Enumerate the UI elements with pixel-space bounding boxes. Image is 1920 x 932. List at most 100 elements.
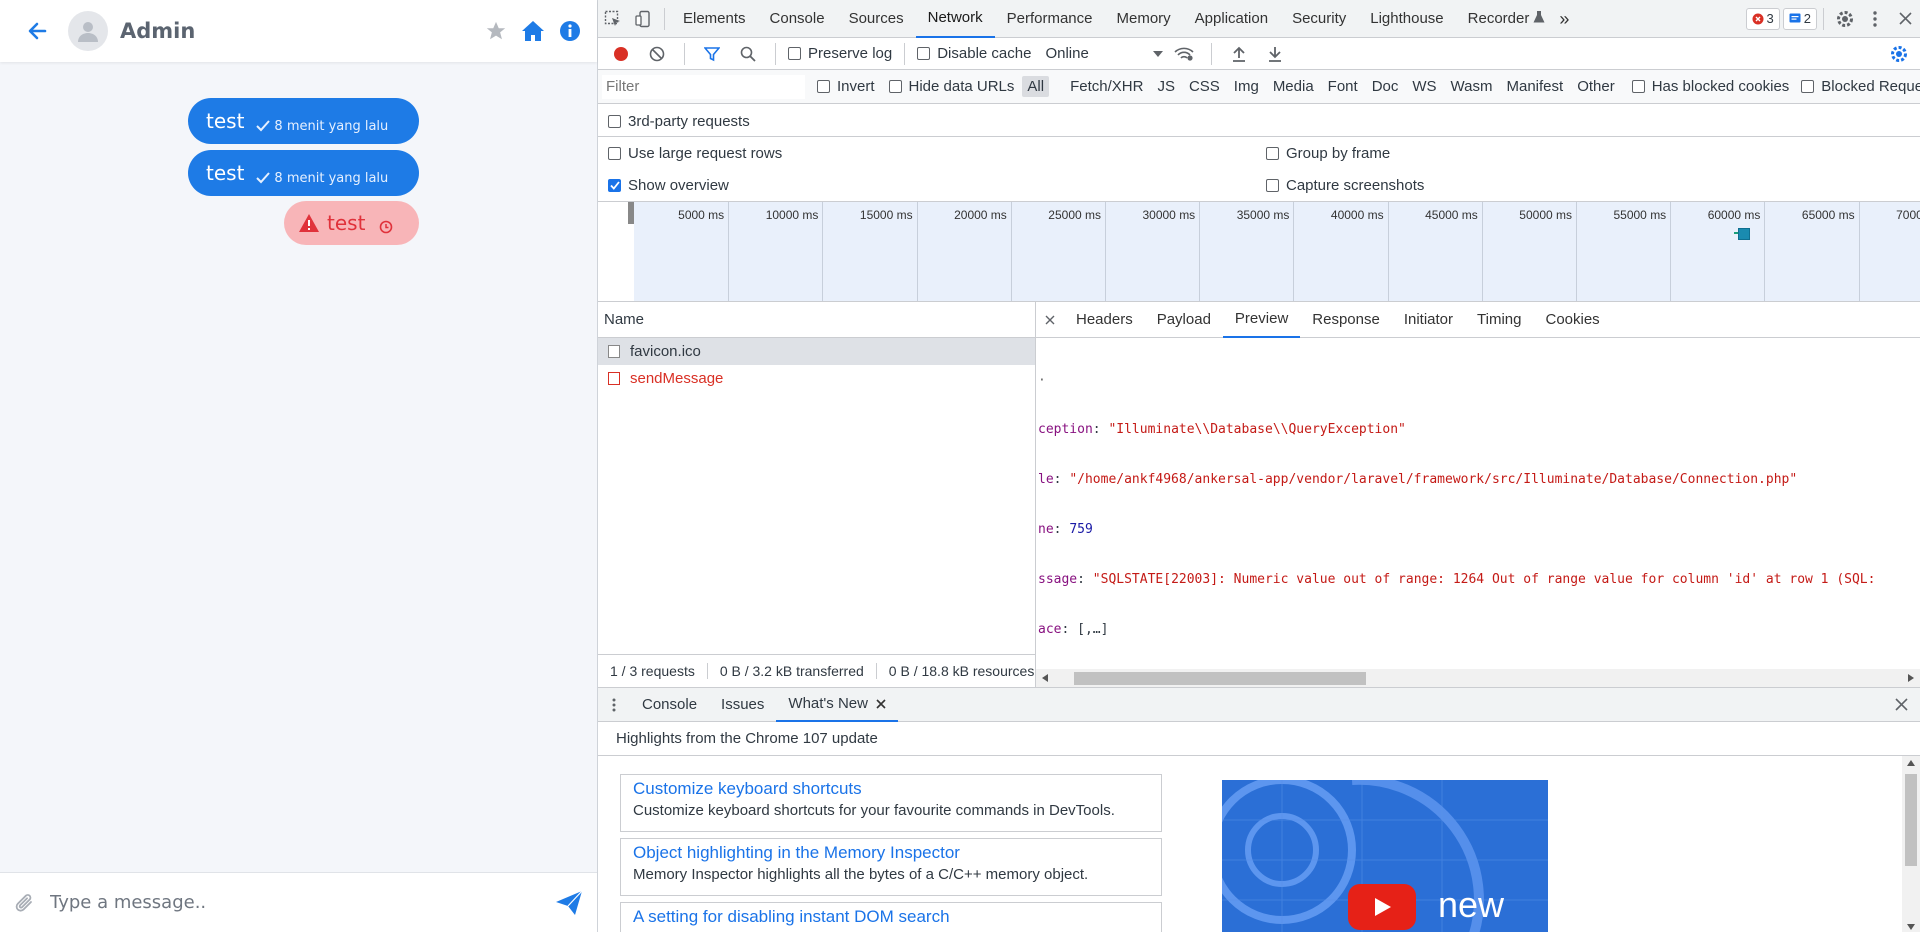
json-line-exception[interactable]: ception: "Illuminate\\Database\\QueryExc… (1038, 420, 1920, 440)
settings-gear-icon[interactable] (1830, 0, 1860, 38)
invert-checkbox[interactable]: Invert (817, 78, 875, 95)
request-row-favicon[interactable]: favicon.ico (598, 338, 1035, 365)
inspect-element-icon[interactable] (598, 0, 628, 38)
tab-application[interactable]: Application (1183, 0, 1280, 38)
type-filter-ws[interactable]: WS (1407, 76, 1441, 97)
disable-cache-checkbox[interactable]: Disable cache (917, 45, 1031, 62)
scroll-up-icon[interactable] (1907, 760, 1915, 766)
device-toolbar-icon[interactable] (628, 0, 658, 38)
type-filter-img[interactable]: Img (1229, 76, 1264, 97)
error-badge[interactable]: 3 (1745, 7, 1780, 30)
avatar[interactable] (68, 11, 108, 51)
tab-initiator[interactable]: Initiator (1392, 302, 1465, 338)
tab-elements[interactable]: Elements (671, 0, 758, 38)
kebab-menu-icon[interactable] (1860, 0, 1890, 38)
filter-funnel-icon[interactable] (697, 35, 727, 73)
feature-card-title[interactable]: Customize keyboard shortcuts (633, 779, 1149, 799)
type-filter-fetch-xhr[interactable]: Fetch/XHR (1065, 76, 1148, 97)
preserve-log-checkbox[interactable]: Preserve log (788, 45, 892, 62)
show-overview-checkbox[interactable]: Show overview (608, 177, 729, 194)
type-filter-css[interactable]: CSS (1184, 76, 1225, 97)
tab-payload[interactable]: Payload (1145, 302, 1223, 338)
drawer-tab-issues[interactable]: Issues (709, 688, 776, 722)
json-line-line[interactable]: ne: 759 (1038, 520, 1920, 540)
third-party-requests-checkbox[interactable]: 3rd-party requests (608, 113, 750, 130)
feature-card[interactable]: A setting for disabling instant DOM sear… (620, 902, 1162, 932)
message-input[interactable] (50, 892, 555, 913)
tab-cookies[interactable]: Cookies (1533, 302, 1611, 338)
scrollbar-thumb[interactable] (1074, 672, 1366, 685)
send-icon[interactable] (555, 890, 583, 916)
tab-recorder[interactable]: Recorder (1456, 0, 1534, 38)
tab-lighthouse[interactable]: Lighthouse (1358, 0, 1455, 38)
tab-memory[interactable]: Memory (1105, 0, 1183, 38)
import-har-icon[interactable] (1224, 35, 1254, 73)
close-tab-icon[interactable] (876, 698, 886, 709)
overview-left-handle[interactable] (628, 202, 634, 224)
info-icon[interactable] (559, 20, 581, 42)
record-icon[interactable] (606, 35, 636, 73)
tab-headers[interactable]: Headers (1064, 302, 1145, 338)
json-line-trace[interactable]: ace: [,…] (1038, 620, 1920, 640)
group-by-frame-checkbox[interactable]: Group by frame (1266, 145, 1390, 162)
type-filter-font[interactable]: Font (1323, 76, 1363, 97)
request-row-sendmessage[interactable]: sendMessage (598, 365, 1035, 392)
horizontal-scrollbar[interactable] (1036, 669, 1920, 687)
export-har-icon[interactable] (1260, 35, 1290, 73)
search-icon[interactable] (733, 35, 763, 73)
capture-screenshots-checkbox[interactable]: Capture screenshots (1266, 177, 1424, 194)
retry-clock-icon[interactable] (379, 220, 393, 234)
scrollbar-thumb[interactable] (1905, 774, 1917, 866)
type-filter-js[interactable]: JS (1152, 76, 1180, 97)
drawer-tab-whats-new[interactable]: What's New (776, 688, 898, 722)
feature-card-title[interactable]: A setting for disabling instant DOM sear… (633, 907, 1149, 927)
network-settings-gear-icon[interactable] (1884, 35, 1914, 73)
attachment-icon[interactable] (14, 891, 36, 915)
scroll-left-icon[interactable] (1042, 674, 1048, 682)
type-filter-manifest[interactable]: Manifest (1502, 76, 1569, 97)
type-filter-wasm[interactable]: Wasm (1446, 76, 1498, 97)
type-filter-media[interactable]: Media (1268, 76, 1319, 97)
home-icon[interactable] (521, 20, 545, 42)
back-arrow-icon[interactable] (22, 16, 52, 46)
feature-card[interactable]: Object highlighting in the Memory Inspec… (620, 838, 1162, 896)
drawer-menu-icon[interactable] (598, 686, 630, 724)
message-badge[interactable]: 2 (1782, 7, 1817, 30)
feature-card[interactable]: Customize keyboard shortcuts Customize k… (620, 774, 1162, 832)
close-detail-icon[interactable] (1036, 302, 1064, 339)
feature-card-title[interactable]: Object highlighting in the Memory Inspec… (633, 843, 1149, 863)
message-bubble[interactable]: test 8 menit yang lalu (188, 98, 419, 144)
clear-icon[interactable] (642, 35, 672, 73)
message-bubble[interactable]: test 8 menit yang lalu (188, 150, 419, 196)
large-request-rows-checkbox[interactable]: Use large request rows (608, 145, 782, 162)
type-filter-doc[interactable]: Doc (1367, 76, 1404, 97)
throttling-select[interactable]: Online (1045, 45, 1164, 62)
type-filter-all[interactable]: All (1022, 76, 1050, 97)
close-devtools-icon[interactable] (1890, 0, 1920, 38)
tab-preview[interactable]: Preview (1222, 302, 1301, 338)
youtube-play-icon[interactable] (1348, 884, 1416, 930)
type-filter-other[interactable]: Other (1572, 76, 1620, 97)
whats-new-video-thumbnail[interactable]: new (1222, 780, 1548, 932)
tab-sources[interactable]: Sources (837, 0, 916, 38)
name-column-header[interactable]: Name (598, 302, 1035, 338)
star-icon[interactable] (485, 20, 507, 42)
tab-console[interactable]: Console (758, 0, 837, 38)
scroll-down-icon[interactable] (1907, 924, 1915, 930)
blocked-requests-checkbox[interactable]: Blocked Requests (1801, 78, 1920, 95)
scroll-right-icon[interactable] (1908, 674, 1914, 682)
failed-message-bubble[interactable]: test (284, 201, 419, 245)
has-blocked-cookies-checkbox[interactable]: Has blocked cookies (1631, 78, 1789, 95)
tab-security[interactable]: Security (1280, 0, 1358, 38)
json-line-file[interactable]: le: "/home/ankf4968/ankersal-app/vendor/… (1038, 470, 1920, 490)
json-line-message[interactable]: ssage: "SQLSTATE[22003]: Numeric value o… (1038, 570, 1920, 590)
tab-timing[interactable]: Timing (1465, 302, 1533, 338)
tab-network[interactable]: Network (915, 0, 995, 38)
tab-response[interactable]: Response (1300, 302, 1392, 338)
drawer-tab-console[interactable]: Console (630, 688, 709, 722)
network-conditions-icon[interactable] (1169, 35, 1199, 73)
close-drawer-icon[interactable] (1886, 686, 1916, 724)
tab-performance[interactable]: Performance (995, 0, 1105, 38)
vertical-scrollbar[interactable] (1902, 756, 1920, 932)
filter-input[interactable] (602, 74, 805, 99)
